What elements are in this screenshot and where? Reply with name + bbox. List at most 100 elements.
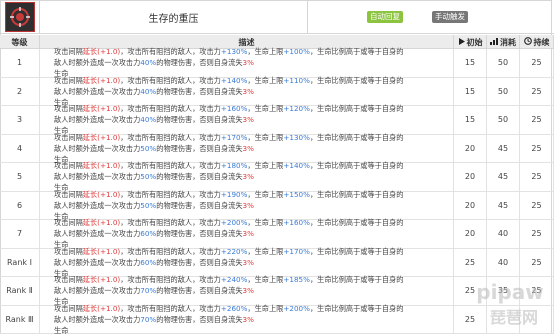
row-cost: 40: [487, 248, 520, 276]
desc-seg-h: 敌人时额外造成一次攻击力: [54, 58, 141, 68]
desc-seg-f: +170%: [283, 246, 310, 256]
desc-seg-b: 延长(+1.0): [82, 275, 121, 285]
desc-seg-f: +200%: [283, 303, 310, 313]
header-level: 等级: [0, 35, 40, 49]
desc-seg-c: ，攻击所有阻挡的敌人，攻击力: [120, 132, 221, 142]
table-row: 4 攻击间隔延长(+1.0)，攻击所有阻挡的敌人，攻击力+170%，生命上限+13…: [0, 132, 554, 164]
desc-seg-g: ，生命比例高于或等于自身的: [309, 132, 404, 142]
desc-line-1: 攻击间隔延长(+1.0)，攻击所有阻挡的敌人，攻击力+160%，生命上限+120…: [54, 103, 403, 114]
row-level: Rank Ⅲ: [0, 305, 40, 333]
desc-line-3: 生命: [54, 325, 403, 336]
desc-seg-h: 敌人时额外造成一次攻击力: [54, 172, 141, 182]
desc-seg-g: ，生命比例高于或等于自身的: [309, 161, 404, 171]
row-init: 20: [454, 220, 487, 248]
desc-seg-k: 3%: [242, 257, 254, 267]
desc-seg-a: 攻击间隔: [54, 161, 83, 171]
desc-seg-j: 的物理伤害，否则自身流失: [156, 314, 243, 324]
row-duration: 25: [520, 77, 554, 105]
desc-seg-j: 的物理伤害，否则自身流失: [156, 172, 243, 182]
desc-seg-h: 敌人时额外造成一次攻击力: [54, 314, 141, 324]
desc-seg-c: ，攻击所有阻挡的敌人，攻击力: [120, 218, 221, 228]
desc-seg-b: 延长(+1.0): [82, 132, 121, 142]
table-row: 2 攻击间隔延长(+1.0)，攻击所有阻挡的敌人，攻击力+140%，生命上限+11…: [0, 75, 554, 107]
row-desc: 攻击间隔延长(+1.0)，攻击所有阻挡的敌人，攻击力+240%，生命上限+185…: [40, 275, 454, 306]
desc-seg-a: 攻击间隔: [54, 246, 83, 256]
desc-seg-a: 攻击间隔: [54, 275, 83, 285]
desc-seg-d: +180%: [220, 161, 248, 171]
desc-seg-c: ，攻击所有阻挡的敌人，攻击力: [120, 189, 221, 199]
skill-header: 生存的重压 自动回复 手动触发: [0, 0, 554, 34]
row-level: 4: [0, 134, 40, 162]
desc-line-1: 攻击间隔延长(+1.0)，攻击所有阻挡的敌人，攻击力+180%，生命上限+140…: [54, 160, 403, 171]
desc-seg-b: 延长(+1.0): [82, 47, 121, 57]
desc-line-1: 攻击间隔延长(+1.0)，攻击所有阻挡的敌人，攻击力+170%，生命上限+130…: [54, 132, 403, 143]
desc-seg-c: ，攻击所有阻挡的敌人，攻击力: [120, 275, 221, 285]
row-duration: 25: [520, 248, 554, 276]
desc-seg-b: 延长(+1.0): [82, 218, 121, 228]
desc-seg-h: 敌人时额外造成一次攻击力: [54, 200, 141, 210]
desc-seg-d: +260%: [220, 303, 248, 313]
desc-seg-h: 敌人时额外造成一次攻击力: [54, 143, 141, 153]
desc-seg-c: ，攻击所有阻挡的敌人，攻击力: [120, 104, 221, 114]
desc-seg-a: 攻击间隔: [54, 218, 83, 228]
row-level: 3: [0, 106, 40, 134]
desc-seg-e: ，生命上限: [247, 303, 284, 313]
desc-seg-e: ，生命上限: [247, 218, 284, 228]
table-row: 3 攻击间隔延长(+1.0)，攻击所有阻挡的敌人，攻击力+160%，生命上限+12…: [0, 103, 554, 135]
desc-seg-a: 攻击间隔: [54, 132, 83, 142]
desc-seg-i: 50%: [140, 143, 157, 153]
desc-seg-j: 的物理伤害，否则自身流失: [156, 58, 243, 68]
row-duration: 25: [520, 220, 554, 248]
auto-recovery-tag: 自动回复: [367, 11, 403, 23]
desc-seg-f: +100%: [283, 47, 310, 57]
pipaw-watermark: pipaw 琵琶网: [476, 280, 543, 327]
desc-seg-j: 的物理伤害，否则自身流失: [156, 286, 243, 296]
manual-trigger-tag: 手动触发: [432, 11, 468, 23]
desc-seg-h: 敌人时额外造成一次攻击力: [54, 286, 141, 296]
desc-line-2: 敌人时额外造成一次攻击力50%的物理伤害，否则自身流失3%: [54, 143, 403, 154]
desc-seg-d: +220%: [220, 246, 248, 256]
desc-seg-g: ，生命比例高于或等于自身的: [309, 189, 404, 199]
desc-seg-f: +110%: [283, 75, 310, 85]
desc-seg-j: 的物理伤害，否则自身流失: [156, 229, 243, 239]
row-init: 20: [454, 163, 487, 191]
desc-seg-e: ，生命上限: [247, 132, 284, 142]
desc-seg-k: 3%: [242, 115, 254, 125]
table-row: 7 攻击间隔延长(+1.0)，攻击所有阻挡的敌人，攻击力+200%，生命上限+16…: [0, 218, 554, 249]
desc-seg-j: 的物理伤害，否则自身流失: [156, 200, 243, 210]
desc-seg-b: 延长(+1.0): [82, 189, 121, 199]
row-level: 1: [0, 49, 40, 77]
header-duration-label: 持续: [533, 37, 550, 47]
skill-icon-cell: [0, 0, 40, 34]
desc-seg-i: 70%: [140, 314, 157, 324]
desc-seg-f: +160%: [283, 218, 310, 228]
desc-seg-e: ，生命上限: [247, 275, 284, 285]
desc-line-2: 敌人时额外造成一次攻击力70%的物理伤害，否则自身流失3%: [54, 285, 403, 296]
desc-seg-l: 生命: [54, 325, 69, 335]
desc-seg-i: 60%: [140, 229, 157, 239]
row-cost: 50: [487, 49, 520, 77]
row-cost: 45: [487, 163, 520, 191]
row-desc: 攻击间隔延长(+1.0)，攻击所有阻挡的敌人，攻击力+200%，生命上限+160…: [40, 218, 454, 249]
desc-seg-a: 攻击间隔: [54, 104, 83, 114]
desc-seg-b: 延长(+1.0): [82, 303, 121, 313]
table-row: 5 攻击间隔延长(+1.0)，攻击所有阻挡的敌人，攻击力+180%，生命上限+14…: [0, 160, 554, 192]
desc-seg-b: 延长(+1.0): [82, 246, 121, 256]
row-duration: 25: [520, 163, 554, 191]
row-cost: 40: [487, 220, 520, 248]
desc-seg-f: +185%: [283, 275, 310, 285]
row-duration: 25: [520, 191, 554, 219]
desc-seg-g: ，生命比例高于或等于自身的: [309, 303, 404, 313]
desc-seg-c: ，攻击所有阻挡的敌人，攻击力: [120, 161, 221, 171]
row-init: 15: [454, 77, 487, 105]
desc-seg-b: 延长(+1.0): [82, 104, 121, 114]
desc-seg-i: 60%: [140, 257, 157, 267]
row-duration: 25: [520, 49, 554, 77]
bars-icon: [490, 37, 498, 47]
row-desc: 攻击间隔延长(+1.0)，攻击所有阻挡的敌人，攻击力+130%，生命上限+100…: [40, 47, 454, 78]
desc-seg-g: ，生命比例高于或等于自身的: [309, 47, 404, 57]
desc-seg-j: 的物理伤害，否则自身流失: [156, 143, 243, 153]
desc-line-2: 敌人时额外造成一次攻击力50%的物理伤害，否则自身流失3%: [54, 200, 403, 211]
row-desc: 攻击间隔延长(+1.0)，攻击所有阻挡的敌人，攻击力+180%，生命上限+140…: [40, 160, 454, 192]
desc-seg-a: 攻击间隔: [54, 303, 83, 313]
